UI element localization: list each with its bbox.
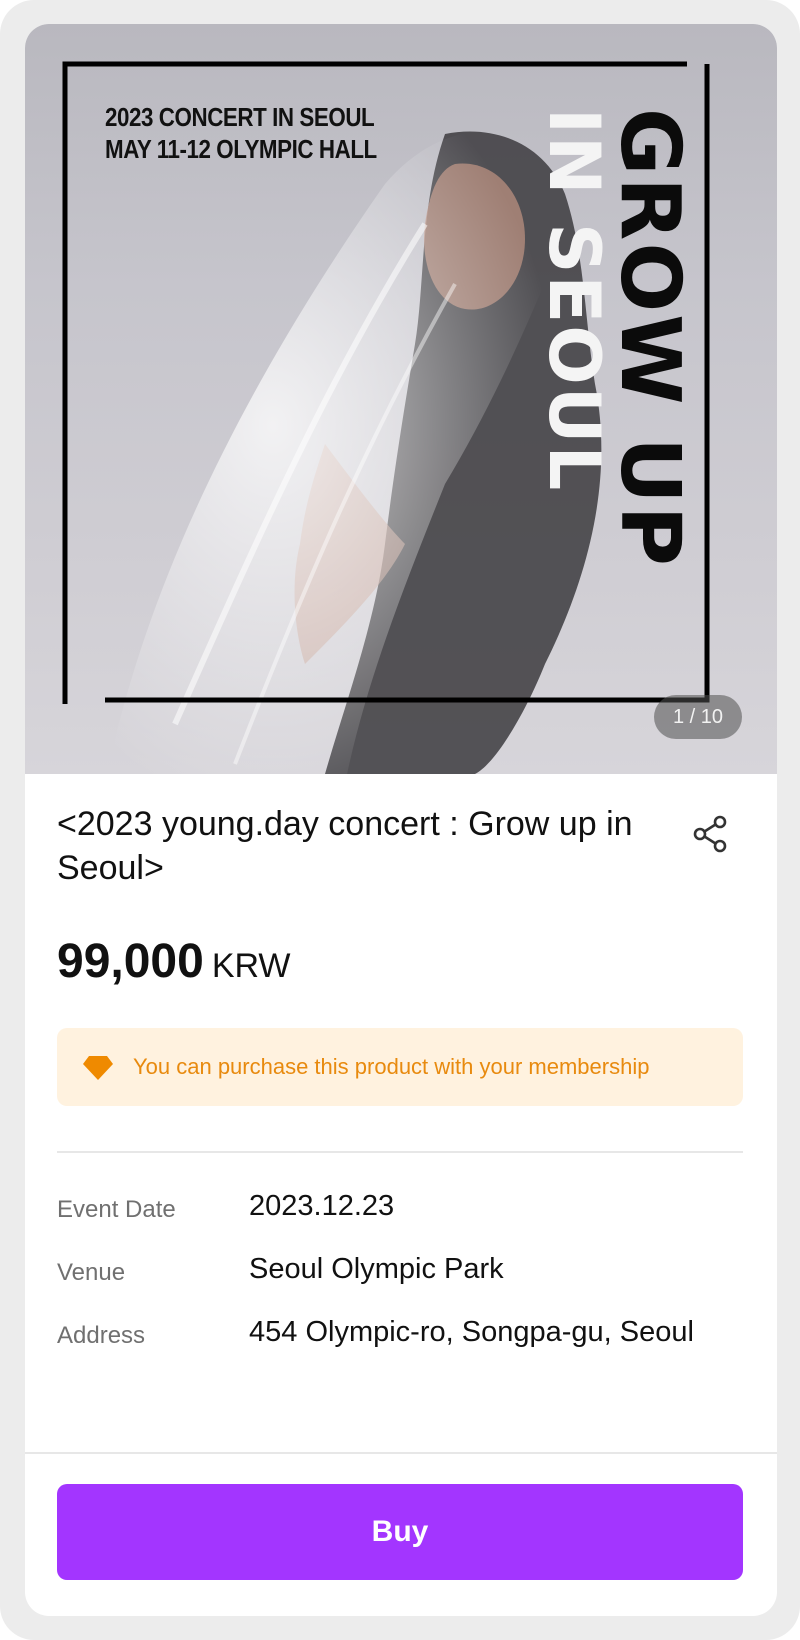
footer-divider [25, 1452, 777, 1454]
price-amount: 99,000 [57, 935, 204, 988]
poster-headline-in-seoul: IN SEOUL [533, 108, 615, 493]
device-frame: 2023 CONCERT IN SEOUL MAY 11-12 OLYMPIC … [0, 0, 800, 1640]
detail-value: 2023.12.23 [249, 1190, 395, 1222]
product-card: 2023 CONCERT IN SEOUL MAY 11-12 OLYMPIC … [25, 24, 777, 1616]
price-currency: KRW [211, 947, 291, 985]
detail-label: Address [57, 1322, 146, 1349]
membership-notice: You can purchase this product with your … [57, 1028, 743, 1106]
carousel-pager: 1 / 10 [654, 695, 742, 739]
divider [57, 1151, 743, 1153]
poster-caption-line1: 2023 CONCERT IN SEOUL [105, 102, 375, 132]
poster-caption-line2: MAY 11-12 OLYMPIC HALL [105, 134, 377, 164]
detail-label: Venue [57, 1259, 126, 1286]
price: 99,000 KRW [57, 934, 291, 989]
detail-value: 454 Olympic-ro, Songpa-gu, Seoul [249, 1316, 694, 1348]
detail-label: Event Date [57, 1196, 176, 1223]
diamond-icon [83, 1056, 113, 1080]
detail-value: Seoul Olympic Park [249, 1253, 504, 1285]
buy-button[interactable]: Buy [57, 1484, 743, 1580]
product-title: <2023 young.day concert : Grow up in Seo… [57, 805, 633, 887]
share-icon[interactable] [691, 814, 731, 854]
poster-carousel[interactable]: 2023 CONCERT IN SEOUL MAY 11-12 OLYMPIC … [25, 24, 777, 774]
poster-headline-grow-up: GROW UP [602, 108, 697, 568]
membership-notice-text: You can purchase this product with your … [133, 1054, 650, 1079]
